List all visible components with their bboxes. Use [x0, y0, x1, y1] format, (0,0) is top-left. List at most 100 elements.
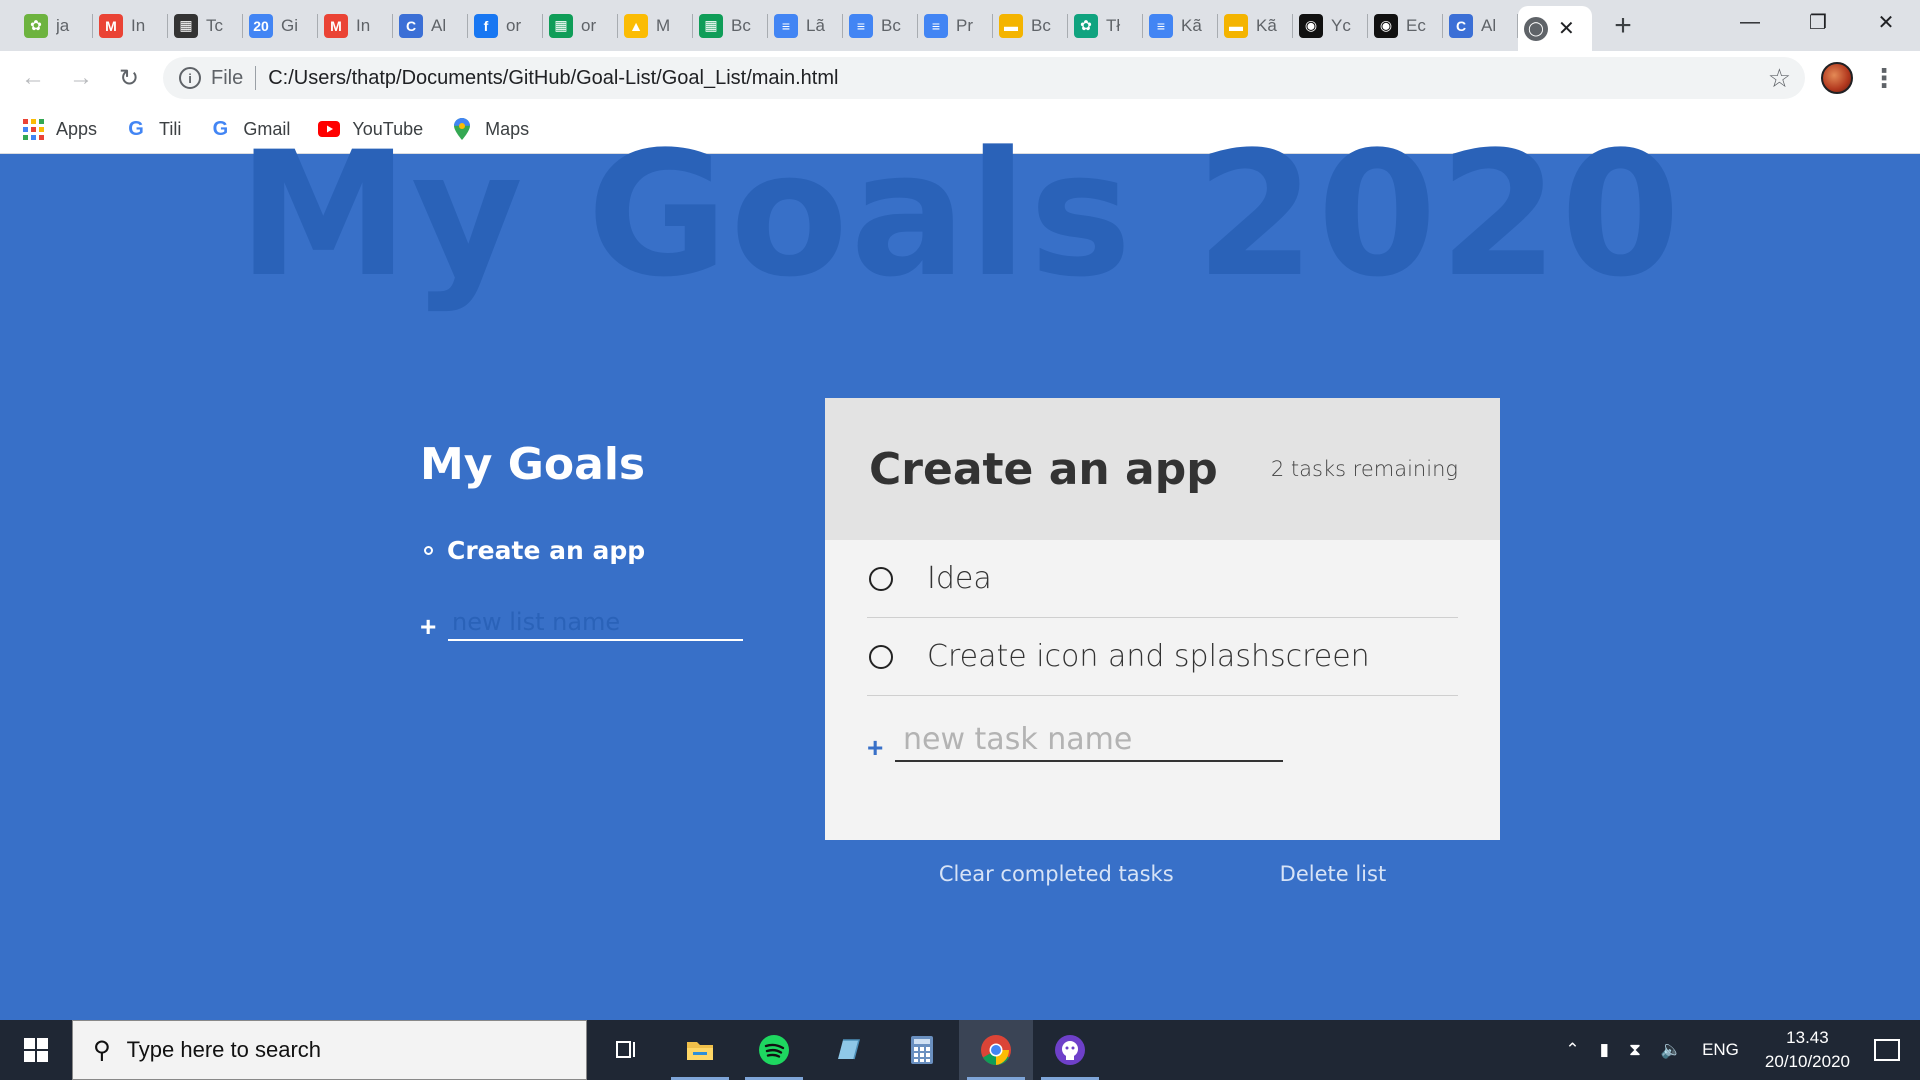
browser-tab[interactable]: ▦ Tc — [168, 0, 243, 51]
list-actions: Clear completed tasks Delete list — [825, 862, 1500, 886]
bookmark-star-icon[interactable]: ☆ — [1768, 63, 1791, 94]
battery-icon[interactable]: ▮ — [1600, 1040, 1609, 1060]
slides-icon: ▬ — [1224, 13, 1248, 38]
notifications-icon[interactable] — [1874, 1039, 1900, 1061]
github-desktop-icon[interactable] — [1033, 1020, 1107, 1080]
browser-tab[interactable]: C Al — [393, 0, 468, 51]
new-tab-button[interactable]: + — [1598, 0, 1648, 51]
close-tab-icon[interactable]: ✕ — [1558, 16, 1575, 41]
browser-tab[interactable]: C Al — [1443, 0, 1518, 51]
browser-tab[interactable]: ◉ Ec — [1368, 0, 1443, 51]
browser-tab[interactable]: ✿ Tł — [1068, 0, 1143, 51]
browser-tab[interactable]: M In — [93, 0, 168, 51]
calculator-icon[interactable] — [885, 1020, 959, 1080]
c-icon: C — [399, 13, 423, 38]
task-card: Create an app 2 tasks remaining Idea Crea… — [825, 398, 1500, 840]
globe-icon: ◯ — [1524, 16, 1548, 41]
task-label[interactable]: Create icon and splashscreen — [927, 639, 1370, 674]
browser-tab[interactable]: ≡ Lã — [768, 0, 843, 51]
tab-title: or — [506, 15, 522, 35]
docs-icon: ≡ — [924, 13, 948, 38]
tab-title: Kã — [1181, 15, 1202, 35]
tab-title: M — [656, 15, 671, 35]
minimize-button[interactable]: — — [1716, 0, 1784, 44]
goals-heading: My Goals — [420, 439, 646, 490]
list-title: Create an app — [869, 443, 1218, 495]
calendar-icon: 20 — [249, 13, 273, 38]
info-icon[interactable]: i — [179, 67, 201, 89]
tab-title: Bc — [731, 15, 751, 35]
menu-kebab-icon[interactable]: ⋮ — [1871, 63, 1897, 94]
notebook-icon: ▦ — [174, 13, 198, 38]
goal-lists: Create an app — [420, 536, 750, 565]
add-list-icon[interactable]: + — [420, 613, 448, 641]
browser-tab[interactable]: ▦ or — [543, 0, 618, 51]
task-checkbox[interactable] — [869, 644, 893, 669]
browser-tab[interactable]: M In — [318, 0, 393, 51]
gmail-icon: M — [99, 13, 123, 38]
new-list-form: + — [420, 605, 750, 641]
slides-icon: ▬ — [999, 13, 1023, 38]
delete-list-button[interactable]: Delete list — [1280, 862, 1387, 886]
notes-app-icon[interactable] — [811, 1020, 885, 1080]
reload-icon[interactable]: ↻ — [105, 54, 153, 102]
clear-completed-button[interactable]: Clear completed tasks — [939, 862, 1174, 886]
task-label[interactable]: Idea — [927, 561, 992, 596]
task-item[interactable]: Create icon and splashscreen — [867, 618, 1458, 696]
restore-button[interactable]: ❐ — [1784, 0, 1852, 44]
browser-tab[interactable]: 20 Gi — [243, 0, 318, 51]
goal-list-item[interactable]: Create an app — [420, 536, 750, 565]
language-indicator[interactable]: ENG — [1702, 1040, 1739, 1060]
tab-title: ja — [56, 15, 70, 35]
chatgpt-icon: ✿ — [1074, 13, 1098, 38]
wifi-icon[interactable]: ⧗ — [1629, 1040, 1641, 1060]
taskbar-search-placeholder: Type here to search — [126, 1037, 322, 1062]
profile-avatar[interactable] — [1821, 62, 1853, 94]
tab-title: Al — [431, 15, 447, 35]
tab-strip: ✿ ja M In ▦ Tc 20 Gi M In C Al f or ▦ or ▲ M ▦ Bc ≡ Lã ≡ Bc ≡ Pr ▬… — [0, 0, 1920, 51]
browser-tab[interactable]: ▲ M — [618, 0, 693, 51]
browser-tab[interactable]: ▬ Kã — [1218, 0, 1293, 51]
taskbar-search[interactable]: ⚲ Type here to search — [72, 1020, 587, 1080]
tab-title: Ec — [1406, 15, 1426, 35]
forward-icon[interactable]: → — [57, 54, 105, 102]
task-view-icon[interactable] — [589, 1020, 663, 1080]
file-explorer-icon[interactable] — [663, 1020, 737, 1080]
c-icon: C — [1449, 13, 1473, 38]
browser-tab[interactable]: ◉ Yc — [1293, 0, 1368, 51]
browser-tab[interactable]: ≡ Pr — [918, 0, 993, 51]
browser-tab[interactable]: f or — [468, 0, 543, 51]
sheets-icon: ▦ — [549, 13, 573, 38]
spotify-icon[interactable] — [737, 1020, 811, 1080]
chrome-icon[interactable] — [959, 1020, 1033, 1080]
add-task-icon[interactable]: + — [867, 734, 895, 762]
browser-tab[interactable]: ▬ Bc — [993, 0, 1068, 51]
browser-tab[interactable]: ≡ Kã — [1143, 0, 1218, 51]
back-icon[interactable]: ← — [9, 54, 57, 102]
close-window-button[interactable]: ✕ — [1852, 0, 1920, 44]
github-icon: ◉ — [1299, 13, 1323, 38]
active-tab[interactable]: ◯ ✕ — [1518, 6, 1592, 51]
volume-icon[interactable]: 🔈 — [1661, 1040, 1682, 1060]
task-card-header: Create an app 2 tasks remaining — [825, 398, 1500, 540]
docs-icon: ≡ — [1149, 13, 1173, 38]
task-checkbox[interactable] — [869, 566, 893, 591]
docs-icon: ≡ — [849, 13, 873, 38]
clock[interactable]: 13.43 20/10/2020 — [1765, 1026, 1850, 1074]
new-task-input[interactable] — [895, 718, 1283, 762]
task-item[interactable]: Idea — [867, 540, 1458, 618]
url-text[interactable]: C:/Users/thatp/Documents/GitHub/Goal-Lis… — [268, 67, 1767, 90]
task-list: Idea Create icon and splashscreen — [867, 540, 1458, 696]
browser-tab[interactable]: ≡ Bc — [843, 0, 918, 51]
browser-tab[interactable]: ▦ Bc — [693, 0, 768, 51]
browser-tab[interactable]: ✿ ja — [18, 0, 93, 51]
tab-list: ✿ ja M In ▦ Tc 20 Gi M In C Al f or ▦ or ▲ M ▦ Bc ≡ Lã ≡ Bc ≡ Pr ▬… — [0, 0, 1592, 51]
tab-title: Bc — [1031, 15, 1051, 35]
new-list-input[interactable] — [448, 605, 743, 641]
tab-title: Pr — [956, 15, 973, 35]
start-button[interactable] — [0, 1020, 72, 1080]
show-hidden-icons-icon[interactable]: ⌃ — [1565, 1040, 1579, 1060]
address-bar[interactable]: i File C:/Users/thatp/Documents/GitHub/G… — [163, 57, 1805, 99]
windows-logo-icon — [24, 1038, 48, 1062]
facebook-icon: f — [474, 13, 498, 38]
